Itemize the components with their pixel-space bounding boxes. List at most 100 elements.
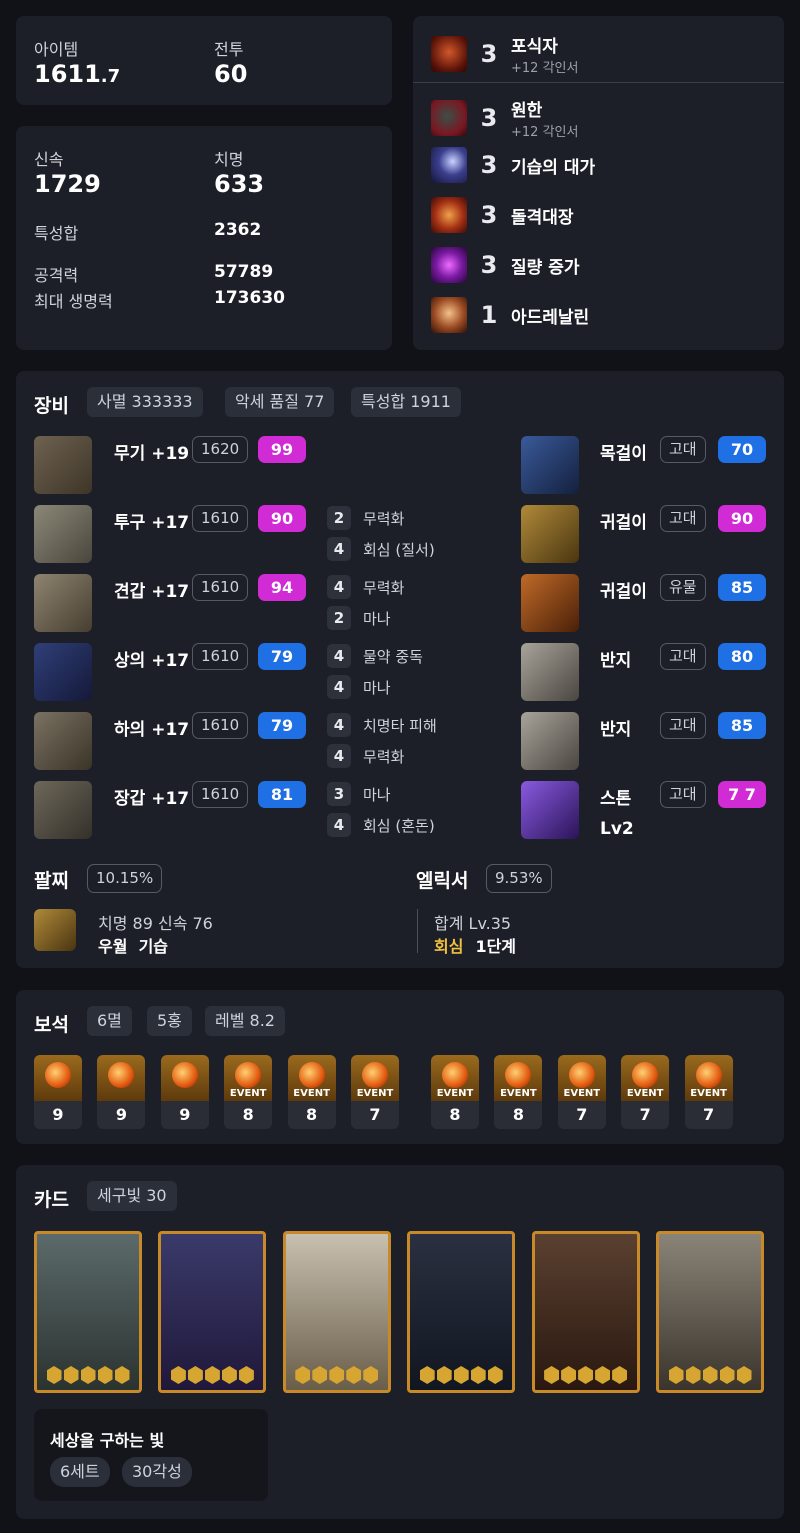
engraving-row[interactable]: 3 원한 +12 각인서 (431, 96, 578, 140)
earring-icon (521, 574, 579, 632)
engraving-level: 1 (480, 301, 498, 329)
accessory-grade: 고대 (660, 436, 706, 463)
gem-level: 9 (52, 1105, 64, 1124)
gear-item-level: 1610 (192, 643, 249, 670)
accessory-quality: 80 (718, 643, 766, 670)
predator-icon (431, 36, 467, 72)
gear-quality: 99 (258, 436, 306, 463)
gem-slot[interactable]: 9 (34, 1055, 82, 1129)
gem-level: 8 (242, 1105, 254, 1124)
set-tag: 사멸 333333 (87, 387, 203, 417)
event-label: EVENT (626, 1088, 664, 1099)
event-gem-icon: EVENT (684, 1055, 733, 1101)
gear-item-level: 1610 (192, 781, 249, 808)
gem-level: 8 (512, 1105, 524, 1124)
equipment-title: 장비 (34, 395, 69, 417)
awaken-gem-icon (97, 1366, 113, 1384)
gear-item-level: 1610 (192, 505, 249, 532)
gear-name: 장갑 +17 (114, 789, 190, 809)
gem-slot[interactable]: 9 (97, 1055, 146, 1129)
gem-slot[interactable]: EVENT 8 (287, 1055, 336, 1129)
accessory-name: 반지 (600, 651, 632, 671)
gem-tag: 6멸 (87, 1006, 132, 1036)
gem-tag: 레벨 8.2 (205, 1006, 285, 1036)
awaken-gem-icon (544, 1366, 560, 1384)
helmet-icon (34, 505, 92, 563)
gem-level: 7 (639, 1105, 651, 1124)
gem-list: 9 9 9 EVENT 8 EVENT 8 EVENT 7 EVENT 8 EVENT 8 EVENT 7 E… (34, 1055, 774, 1129)
gem-slot[interactable]: EVENT 8 (224, 1055, 273, 1129)
engraving-divider (413, 82, 784, 83)
event-label: EVENT (500, 1088, 537, 1099)
awaken-gem-icon (685, 1366, 701, 1384)
elixir-title: 엘릭서 (416, 870, 469, 892)
awaken-gem-icon (238, 1366, 254, 1384)
bracelet-icon[interactable] (34, 909, 76, 951)
engraving-row[interactable]: 1 아드레날린 (431, 297, 589, 333)
engraving-row[interactable]: 3 포식자 +12 각인서 (431, 32, 578, 76)
engraving-row[interactable]: 3 돌격대장 (431, 197, 574, 233)
ability-stone-effect: 4 물약 중독 (327, 644, 423, 668)
accessory-name: 스톤 (600, 789, 632, 809)
accessory-grade: 고대 (660, 712, 706, 739)
ambush-icon (431, 147, 467, 183)
event-gem-icon: EVENT (351, 1055, 399, 1101)
engraving-row[interactable]: 3 질량 증가 (431, 247, 579, 283)
engraving-name: 원한 (511, 101, 543, 121)
trait-sum-label: 특성합 (34, 224, 79, 243)
awaken-gem-icon (63, 1366, 79, 1384)
gem-slot[interactable]: EVENT 7 (557, 1055, 606, 1129)
gem-slot[interactable]: 9 (160, 1055, 209, 1129)
gear-name: 견갑 +17 (114, 582, 190, 602)
gear-quality: 90 (258, 505, 306, 532)
ability-stone-icon (521, 781, 579, 839)
awaken-gem-icon (595, 1366, 611, 1384)
event-gem-icon: EVENT (621, 1055, 670, 1101)
gem-slot[interactable]: EVENT 8 (494, 1055, 543, 1129)
card-slot[interactable] (282, 1231, 391, 1393)
card-awaken-gems (286, 1366, 388, 1384)
awaken-gem-icon (419, 1366, 435, 1384)
card-slot[interactable] (407, 1231, 516, 1393)
cards-title: 카드 (34, 1189, 69, 1211)
engraving-row[interactable]: 3 기습의 대가 (431, 147, 595, 183)
gem-slot[interactable]: EVENT 7 (351, 1055, 399, 1129)
gem-slot[interactable]: EVENT 8 (431, 1055, 479, 1129)
item-level-label: 아이템 (34, 40, 79, 59)
ring-icon (521, 643, 579, 701)
card-slot[interactable] (656, 1231, 764, 1393)
bracelet-stats: 치명 89 신속 76 (98, 914, 213, 933)
engraving-level: 3 (480, 151, 498, 179)
card-list (34, 1231, 774, 1393)
card-slot[interactable] (158, 1231, 267, 1393)
card-awaken-gems (535, 1366, 637, 1384)
event-label: EVENT (229, 1088, 267, 1099)
gem-slot[interactable]: EVENT 7 (621, 1055, 670, 1129)
trait-sum-tag: 특성합 1911 (351, 387, 461, 417)
event-gem-icon: EVENT (224, 1055, 273, 1101)
necklace-icon (521, 436, 579, 494)
ability-stone-effect: 3 마나 (327, 782, 391, 806)
card-slot[interactable] (531, 1231, 640, 1393)
gem-slot[interactable]: EVENT 7 (684, 1055, 733, 1129)
card-awaken-count: 30각성 (122, 1457, 192, 1487)
card-slot[interactable] (34, 1231, 142, 1393)
card-awaken-gems (659, 1366, 761, 1384)
shoulder-icon (34, 574, 92, 632)
engraving-level: 3 (480, 251, 498, 279)
card-set-name: 세상을 구하는 빛 (50, 1431, 165, 1450)
awaken-gem-icon (578, 1366, 594, 1384)
gear-item-level: 1610 (192, 712, 249, 739)
accessory-quality-tag: 악세 품질 77 (225, 387, 335, 417)
stone-level: Lv2 (600, 819, 634, 839)
awaken-gem-icon (187, 1366, 203, 1384)
awaken-gem-icon (204, 1366, 220, 1384)
bracelet-percent: 10.15% (87, 864, 163, 893)
awaken-gem-icon (80, 1366, 96, 1384)
awaken-gem-icon (346, 1366, 362, 1384)
awaken-gem-icon (114, 1366, 130, 1384)
gem-level: 8 (449, 1105, 461, 1124)
accessory-name: 목걸이 (600, 444, 647, 464)
trait-sum-value: 2362 (214, 220, 262, 240)
awaken-gem-icon (312, 1366, 328, 1384)
